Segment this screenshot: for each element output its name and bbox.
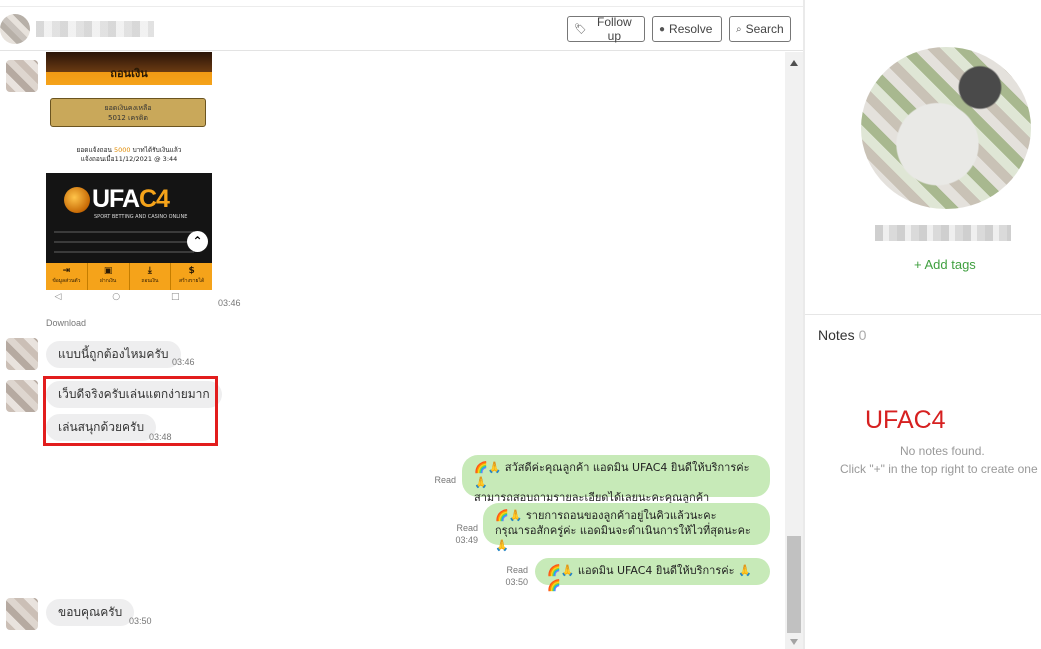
chat-scrollbar[interactable] (785, 52, 803, 649)
contact-name-blurred (36, 21, 154, 37)
resolve-button[interactable]: ● Resolve (652, 16, 722, 42)
read-status: Read (506, 565, 528, 575)
image-system-bar: ◁ ○ □ (54, 292, 204, 302)
customer-avatar (6, 338, 38, 370)
image-header-bar: ถอนเงิน (46, 52, 212, 85)
customer-avatar (6, 598, 38, 630)
scrollbar-thumb[interactable] (787, 536, 801, 633)
chevron-up-icon: ⌃ (187, 231, 208, 252)
wallet-icon: ▣ (103, 266, 113, 276)
image-nav-label: ถอนเงิน (141, 278, 159, 284)
withdraw-icon: ⤓ (147, 266, 152, 276)
message-time: 03:46 (172, 357, 195, 367)
image-message[interactable]: ถอนเงิน ยอดเงินคงเหลือ 5012 เครดิต ยอดแจ… (46, 52, 212, 290)
outgoing-message-line: กรุณารอสักครู่ค่ะ แอดมินจะดำเนินการให้ไว… (495, 524, 751, 552)
profile-name-blurred (875, 225, 1011, 241)
message-time: 03:50 (505, 577, 528, 587)
panel-separator (805, 314, 1041, 315)
image-balance-box: ยอดเงินคงเหลือ 5012 เครดิต (50, 98, 206, 127)
resolve-label: Resolve (669, 22, 713, 36)
contact-avatar[interactable] (0, 14, 30, 44)
ufac4-overlay-label: UFAC4 (865, 406, 946, 434)
image-nav-item: $ สร้างรายได้ (171, 263, 212, 290)
image-withdraw-note: ยอดแจ้งถอน 5000 บาทได้รับเงินแล้ว แจ้งถอ… (46, 146, 212, 164)
highlight-annotation-box (43, 376, 218, 446)
no-notes-message: No notes found. (900, 444, 985, 458)
image-withdraw-amount: 5000 (114, 146, 131, 154)
message-time: 03:49 (455, 535, 478, 545)
scroll-up-arrow-icon[interactable] (790, 60, 798, 66)
image-withdraw-date: แจ้งถอนเมื่อ11/12/2021 @ 3:44 (80, 155, 178, 163)
chat-app: 🏷 Follow up ● Resolve ⌕ Search ถอนเงิน ย… (0, 0, 1041, 649)
outgoing-message[interactable]: 🌈🙏 แอดมิน UFAC4 ยินดีให้บริการค่ะ 🙏🌈 (535, 558, 770, 592)
outgoing-message-line: 🌈🙏 สวัสดีค่ะคุณลูกค้า แอดมิน UFAC4 ยินดี… (474, 461, 750, 489)
image-brand-sub: SPORT BETTING AND CASINO ONLINE (94, 214, 188, 220)
scroll-down-arrow-icon[interactable] (790, 639, 798, 645)
image-nav-item: ⇥ ข้อมูลส่วนตัว (46, 263, 88, 290)
image-withdraw-label: ถอนเงิน (110, 67, 148, 80)
read-status: Read (456, 523, 478, 533)
follow-up-button[interactable]: 🏷 Follow up (567, 15, 645, 43)
notes-title: Notes (818, 327, 855, 343)
read-status: Read (434, 475, 456, 485)
message-time: 03:50 (129, 616, 152, 626)
search-button[interactable]: ⌕ Search (729, 16, 791, 42)
image-balance-value: 5012 เครดิต (108, 114, 148, 122)
image-brand-logo: UFAC4 (92, 185, 170, 214)
brand-accent: C4 (139, 185, 170, 213)
notes-count: 0 (858, 327, 867, 343)
login-icon: ⇥ (62, 266, 71, 276)
image-nav-label: ข้อมูลส่วนตัว (52, 278, 81, 284)
chat-bubble-icon: ● (659, 23, 666, 35)
customer-avatar (6, 60, 38, 92)
image-nav-label: ฝากเงิน (99, 278, 117, 284)
dollar-icon: $ (188, 266, 195, 276)
no-notes-hint: Click "+" in the top right to create one (840, 462, 1038, 476)
outgoing-message-line: 🌈🙏 แอดมิน UFAC4 ยินดีให้บริการค่ะ 🙏🌈 (547, 564, 752, 592)
bookmark-icon: 🏷 (574, 23, 587, 35)
follow-up-label: Follow up (597, 15, 632, 43)
customer-avatar (6, 380, 38, 412)
image-withdraw-text-b: บาทได้รับเงินแล้ว (132, 146, 182, 154)
image-bottom-nav: ⇥ ข้อมูลส่วนตัว ▣ ฝากเงิน ⤓ ถอนเงิน $ สร้างร… (46, 263, 212, 290)
image-brand-banner: UFAC4 SPORT BETTING AND CASINO ONLINE ⌃ (46, 173, 212, 263)
image-balance-label: ยอดเงินคงเหลือ (104, 104, 152, 112)
contact-panel: + Add tags Notes 0 UFAC4 No notes found. … (805, 0, 1041, 649)
incoming-message[interactable]: แบบนี้ถูกต้องไหมครับ (46, 341, 181, 368)
message-time: 03:46 (218, 298, 241, 308)
download-link[interactable]: Download (46, 318, 86, 328)
search-icon: ⌕ (736, 23, 742, 35)
image-banner-text-blurred (54, 225, 194, 255)
brand-main: UFA (92, 185, 140, 213)
search-label: Search (745, 22, 784, 36)
image-nav-label: สร้างรายได้ (179, 278, 205, 284)
add-tags-button[interactable]: + Add tags (914, 257, 976, 272)
outgoing-message-line: 🌈🙏 รายการถอนของลูกค้าอยู่ในคิวแล้วนะคะ (495, 509, 717, 522)
chat-header: 🏷 Follow up ● Resolve ⌕ Search (0, 6, 805, 51)
notes-heading: Notes 0 (818, 327, 866, 343)
message-list[interactable]: ถอนเงิน ยอดเงินคงเหลือ 5012 เครดิต ยอดแจ… (0, 52, 785, 649)
image-nav-item: ⤓ ถอนเงิน (130, 263, 172, 290)
profile-avatar (861, 47, 1031, 209)
outgoing-message[interactable]: 🌈🙏 รายการถอนของลูกค้าอยู่ในคิวแล้วนะคะ ก… (483, 503, 770, 552)
image-nav-item: ▣ ฝากเงิน (88, 263, 130, 290)
outgoing-message[interactable]: 🌈🙏 สวัสดีค่ะคุณลูกค้า แอดมิน UFAC4 ยินดี… (462, 455, 770, 504)
incoming-message[interactable]: ขอบคุณครับ (46, 599, 135, 626)
ball-logo-icon (64, 187, 90, 213)
image-withdraw-text: ยอดแจ้งถอน (76, 146, 112, 154)
